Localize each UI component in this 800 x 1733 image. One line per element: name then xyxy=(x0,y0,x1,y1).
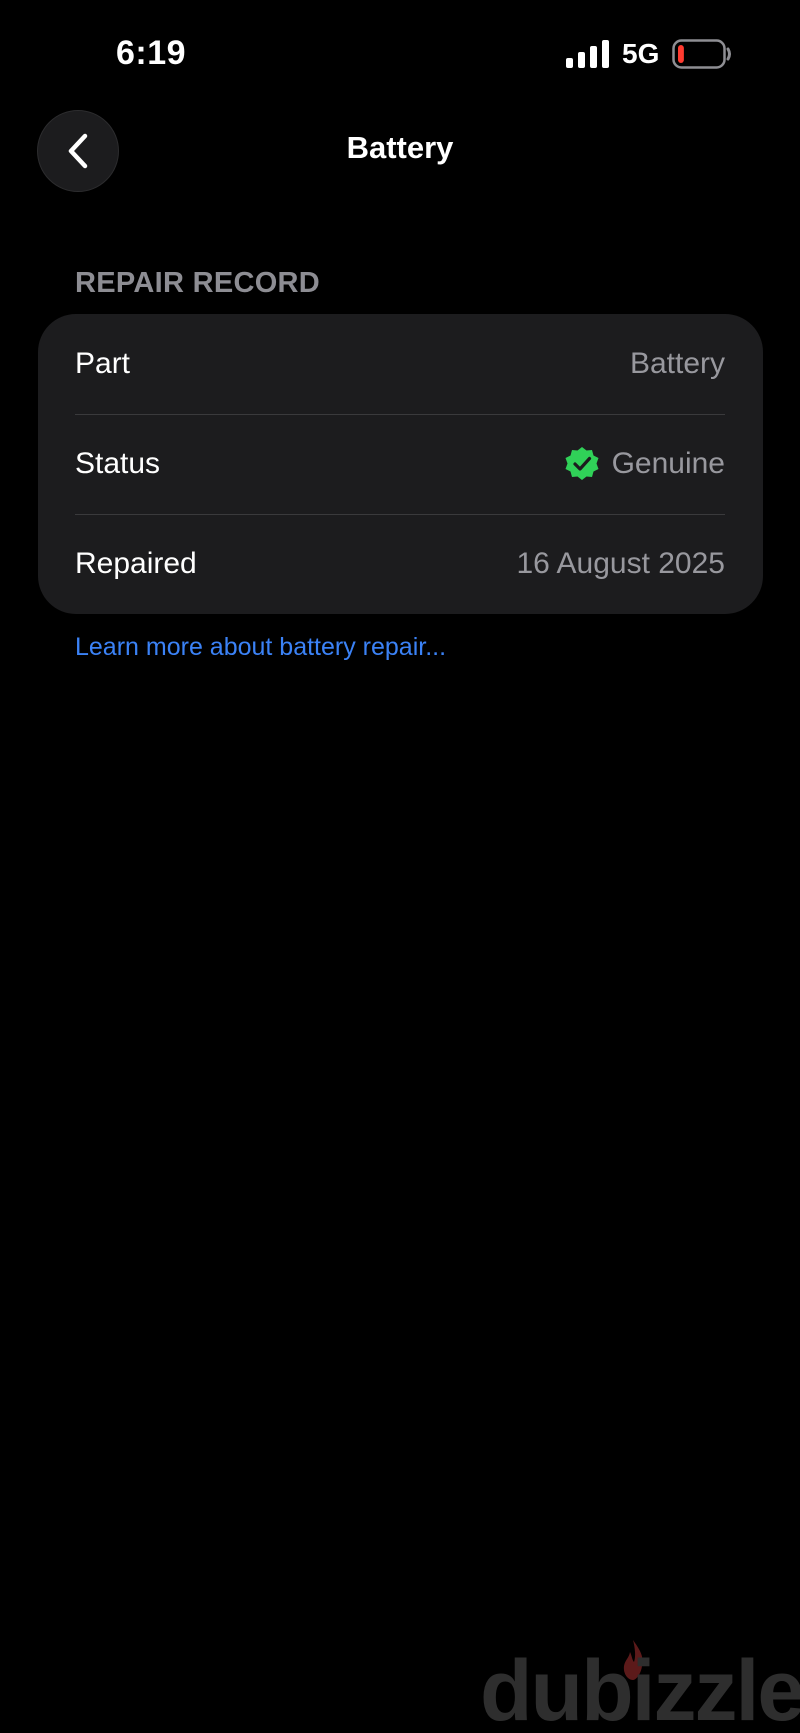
row-repaired: Repaired 16 August 2025 xyxy=(38,514,763,614)
watermark-logo: dubizzle xyxy=(480,1638,800,1733)
verified-check-icon xyxy=(565,447,599,480)
section-header-repair-record: REPAIR RECORD xyxy=(75,267,321,299)
status-time: 6:19 xyxy=(116,34,187,72)
battery-low-icon xyxy=(672,39,731,69)
row-value: 16 August 2025 xyxy=(516,547,725,580)
watermark-text: dubizzle xyxy=(480,1643,800,1733)
page-title: Battery xyxy=(346,130,454,165)
status-text: Genuine xyxy=(611,447,725,480)
row-label: Status xyxy=(75,447,161,480)
row-value: Battery xyxy=(629,347,725,380)
row-part: Part Battery xyxy=(38,314,763,414)
status-value: Genuine xyxy=(564,446,725,482)
cellular-signal-icon xyxy=(566,40,609,68)
learn-more-link[interactable]: Learn more about battery repair... xyxy=(75,633,446,662)
row-label: Repaired xyxy=(75,547,197,580)
row-label: Part xyxy=(75,347,131,380)
status-bar: 6:19 5G xyxy=(0,0,800,110)
repair-record-card: Part Battery Status Genuine Repaired 16 … xyxy=(38,314,763,614)
row-status: Status Genuine xyxy=(38,414,763,514)
network-type: 5G xyxy=(622,38,660,69)
